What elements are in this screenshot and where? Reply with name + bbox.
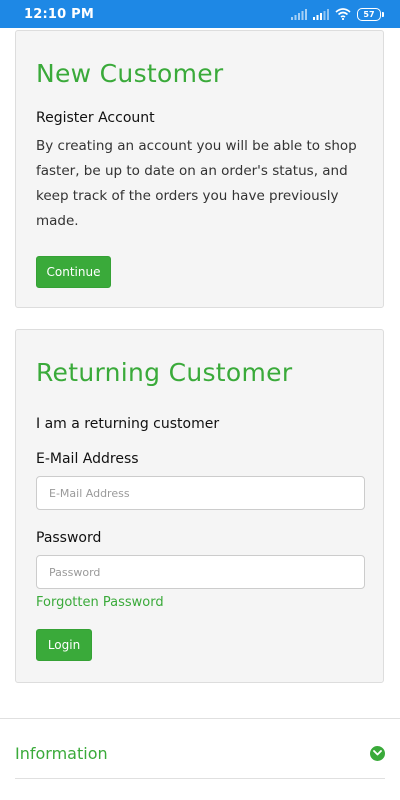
wifi-icon: [335, 8, 351, 20]
returning-customer-title: Returning Customer: [36, 358, 293, 387]
footer-divider: [15, 778, 385, 779]
password-input[interactable]: [36, 555, 365, 589]
battery-level: 57: [357, 7, 381, 21]
chevron-down-circle-icon: [370, 745, 385, 761]
signal-icon: [313, 8, 329, 20]
footer-divider: [0, 718, 400, 719]
status-time: 12:10 PM: [24, 6, 94, 22]
login-button[interactable]: Login: [36, 629, 92, 661]
email-label: E-Mail Address: [36, 451, 139, 467]
new-customer-title: New Customer: [36, 59, 224, 88]
returning-customer-card: Returning Customer I am a returning cust…: [15, 329, 384, 683]
new-customer-card: New Customer Register Account By creatin…: [15, 30, 384, 308]
battery-icon: 57: [357, 7, 384, 21]
password-label: Password: [36, 530, 102, 546]
status-bar: 12:10 PM 57: [0, 0, 400, 28]
returning-customer-subtitle: I am a returning customer: [36, 416, 220, 432]
continue-button[interactable]: Continue: [36, 256, 111, 288]
register-account-heading: Register Account: [36, 110, 155, 126]
information-label: Information: [15, 743, 108, 763]
email-input[interactable]: [36, 476, 365, 510]
register-description: By creating an account you will be able …: [36, 138, 357, 229]
information-accordion[interactable]: Information: [15, 730, 385, 776]
forgotten-password-link[interactable]: Forgotten Password: [36, 595, 164, 610]
signal-icon: [291, 8, 307, 20]
status-icons: 57: [291, 7, 384, 21]
